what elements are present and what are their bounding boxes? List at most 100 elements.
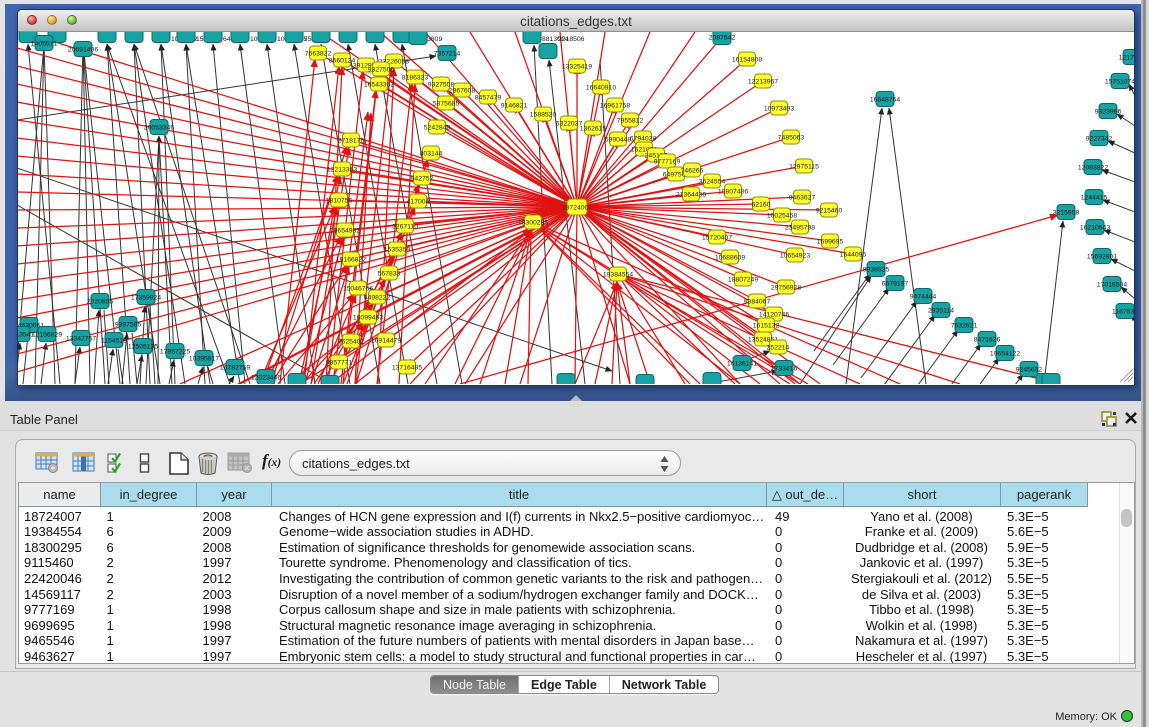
svg-text:9245652: 9245652 bbox=[1016, 367, 1043, 374]
svg-text:16154808: 16154808 bbox=[732, 57, 762, 64]
svg-text:6794028: 6794028 bbox=[630, 136, 657, 143]
svg-text:6679197: 6679197 bbox=[882, 281, 909, 288]
svg-text:13342757: 13342757 bbox=[66, 336, 96, 343]
svg-text:21364436: 21364436 bbox=[676, 192, 706, 199]
svg-text:1405571: 1405571 bbox=[31, 41, 58, 48]
svg-text:10807486: 10807486 bbox=[718, 189, 748, 196]
svg-text:1244415: 1244415 bbox=[1081, 195, 1108, 202]
svg-text:6322037: 6322037 bbox=[556, 121, 583, 128]
svg-text:252214: 252214 bbox=[767, 345, 790, 352]
svg-text:9227342: 9227342 bbox=[1086, 136, 1113, 143]
svg-text:10973493: 10973493 bbox=[764, 106, 794, 113]
svg-text:5242848: 5242848 bbox=[424, 125, 451, 132]
svg-text:9857771: 9857771 bbox=[326, 360, 353, 367]
svg-text:12213363: 12213363 bbox=[327, 167, 357, 174]
svg-text:1699695: 1699695 bbox=[817, 239, 844, 246]
svg-text:16914479: 16914479 bbox=[371, 338, 401, 345]
svg-text:9463627: 9463627 bbox=[789, 195, 816, 202]
svg-text:16961758: 16961758 bbox=[600, 103, 630, 110]
svg-text:62160: 62160 bbox=[752, 202, 771, 209]
svg-text:567833: 567833 bbox=[378, 271, 401, 278]
svg-text:9146821: 9146821 bbox=[501, 103, 528, 110]
svg-text:15720407: 15720407 bbox=[702, 235, 732, 242]
svg-text:13325419: 13325419 bbox=[562, 64, 592, 71]
svg-text:417004: 417004 bbox=[407, 199, 430, 206]
svg-text:20691406: 20691406 bbox=[68, 47, 98, 54]
svg-text:8660124: 8660124 bbox=[329, 58, 356, 65]
svg-text:13716485: 13716485 bbox=[392, 365, 422, 372]
svg-text:10654923: 10654923 bbox=[780, 253, 810, 260]
svg-text:16099463: 16099463 bbox=[353, 315, 383, 322]
svg-text:1810755: 1810755 bbox=[326, 198, 353, 205]
svg-text:16640910: 16640910 bbox=[586, 85, 616, 92]
svg-text:12213967: 12213967 bbox=[748, 79, 778, 86]
svg-text:7663822: 7663822 bbox=[305, 51, 332, 58]
svg-text:14136141: 14136141 bbox=[727, 361, 757, 368]
svg-text:6990448: 6990448 bbox=[605, 137, 632, 144]
svg-text:17957225: 17957225 bbox=[160, 349, 190, 356]
svg-text:10654122: 10654122 bbox=[990, 351, 1020, 358]
svg-text:7357214: 7357214 bbox=[434, 51, 461, 58]
svg-text:7625402: 7625402 bbox=[338, 339, 365, 346]
svg-text:19384554: 19384554 bbox=[603, 272, 633, 279]
svg-text:8186323: 8186323 bbox=[402, 75, 429, 82]
svg-text:14120746: 14120746 bbox=[759, 312, 789, 319]
svg-text:5875685: 5875685 bbox=[433, 101, 460, 108]
svg-text:18724007: 18724007 bbox=[562, 205, 592, 212]
svg-text:3624554: 3624554 bbox=[699, 179, 726, 186]
svg-text:1535359: 1535359 bbox=[384, 247, 411, 254]
svg-text:2935114: 2935114 bbox=[928, 308, 954, 315]
svg-text:8471626: 8471626 bbox=[974, 337, 1001, 344]
svg-text:1588520: 1588520 bbox=[530, 112, 557, 119]
svg-text:2967608: 2967608 bbox=[449, 88, 476, 95]
svg-text:19166822: 19166822 bbox=[336, 257, 366, 264]
svg-text:18300295: 18300295 bbox=[518, 220, 548, 227]
svg-text:29756928: 29756928 bbox=[771, 285, 801, 292]
svg-text:1644095: 1644095 bbox=[840, 252, 867, 259]
svg-text:9323966: 9323966 bbox=[1095, 109, 1122, 116]
svg-text:17359924: 17359924 bbox=[131, 295, 161, 302]
svg-text:19654982: 19654982 bbox=[330, 228, 360, 235]
svg-text:9474444: 9474444 bbox=[910, 294, 937, 301]
svg-text:1167533: 1167533 bbox=[1112, 309, 1134, 316]
svg-text:7955812: 7955812 bbox=[617, 118, 644, 125]
svg-text:1733416: 1733416 bbox=[771, 366, 798, 373]
svg-text:9215460: 9215460 bbox=[816, 208, 843, 215]
svg-text:9218506: 9218506 bbox=[558, 36, 585, 43]
svg-text:4498222: 4498222 bbox=[364, 295, 391, 302]
svg-text:8457479: 8457479 bbox=[475, 95, 502, 102]
svg-text:942752: 942752 bbox=[411, 176, 434, 183]
svg-text:15751074: 15751074 bbox=[1105, 79, 1134, 86]
svg-text:3267110: 3267110 bbox=[392, 224, 418, 231]
svg-text:12023446: 12023446 bbox=[251, 375, 281, 382]
svg-text:16648764: 16648764 bbox=[870, 97, 900, 104]
svg-text:16210643: 16210643 bbox=[1080, 225, 1110, 232]
svg-text:15692901: 15692901 bbox=[1087, 254, 1117, 261]
svg-text:1154519: 1154519 bbox=[101, 338, 127, 345]
svg-text:7485063: 7485063 bbox=[778, 135, 805, 142]
svg-text:803144: 803144 bbox=[420, 151, 443, 158]
svg-text:2020655: 2020655 bbox=[87, 299, 114, 306]
svg-text:17016504: 17016504 bbox=[1097, 282, 1127, 289]
svg-text:12505135: 12505135 bbox=[128, 344, 158, 351]
svg-text:746266: 746266 bbox=[681, 168, 704, 175]
svg-text:12156829: 12156829 bbox=[32, 332, 62, 339]
svg-text:10688609: 10688609 bbox=[715, 255, 745, 262]
svg-text:3215958: 3215958 bbox=[1053, 210, 1080, 217]
svg-text:1217403: 1217403 bbox=[1119, 55, 1134, 62]
svg-text:12975115: 12975115 bbox=[789, 164, 819, 171]
svg-text:23495798: 23495798 bbox=[785, 225, 815, 232]
svg-text:1362615: 1362615 bbox=[580, 126, 607, 133]
svg-text:8938925: 8938925 bbox=[863, 267, 890, 274]
svg-text:7632621: 7632621 bbox=[951, 323, 978, 330]
svg-text:1615132: 1615132 bbox=[753, 323, 780, 330]
svg-text:9397585: 9397585 bbox=[115, 322, 142, 329]
svg-text:9777169: 9777169 bbox=[654, 159, 681, 166]
svg-text:16782759: 16782759 bbox=[220, 365, 250, 372]
svg-text:10025458: 10025458 bbox=[767, 213, 797, 220]
svg-text:9327505: 9327505 bbox=[368, 67, 395, 74]
svg-text:9384067: 9384067 bbox=[744, 299, 771, 306]
svg-text:2718176: 2718176 bbox=[338, 138, 365, 145]
svg-text:20053346: 20053346 bbox=[144, 125, 174, 132]
svg-text:2087642: 2087642 bbox=[709, 35, 736, 42]
